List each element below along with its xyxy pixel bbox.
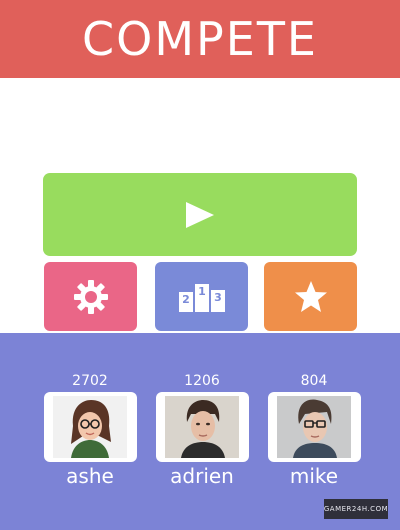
avatar: [53, 396, 127, 458]
gear-icon: [73, 279, 108, 314]
play-icon: [186, 201, 214, 228]
player-name: adrien: [170, 464, 234, 488]
player-avatar-card[interactable]: [155, 392, 249, 462]
podium-place-2: 2: [182, 293, 190, 306]
player-score: 2702: [72, 373, 108, 389]
watermark-badge: GAMER24H.COM: [324, 499, 388, 519]
player-entry: 804 mike: [266, 372, 362, 488]
play-button[interactable]: [43, 173, 357, 256]
leaderboard-button[interactable]: 2 1 3: [155, 262, 248, 331]
avatar: [277, 396, 351, 458]
header-bar: COMPETE: [0, 0, 400, 78]
page-title: COMPETE: [82, 12, 318, 66]
podium-place-1: 1: [198, 285, 206, 298]
podium-icon: 2 1 3: [178, 283, 225, 312]
player-name: mike: [289, 464, 339, 488]
player-score: 804: [300, 373, 328, 389]
player-avatar-card[interactable]: [43, 392, 137, 462]
podium-place-3: 3: [214, 291, 222, 304]
player-score: 1206: [184, 373, 220, 389]
star-icon: [294, 280, 327, 312]
player-name: ashe: [66, 464, 114, 488]
avatar: [165, 396, 239, 458]
favorite-button[interactable]: [264, 262, 357, 331]
settings-button[interactable]: [44, 262, 137, 331]
player-entry: 2702 ashe: [42, 372, 138, 488]
player-avatar-card[interactable]: [267, 392, 361, 462]
player-entry: 1206 adrien: [154, 372, 250, 488]
